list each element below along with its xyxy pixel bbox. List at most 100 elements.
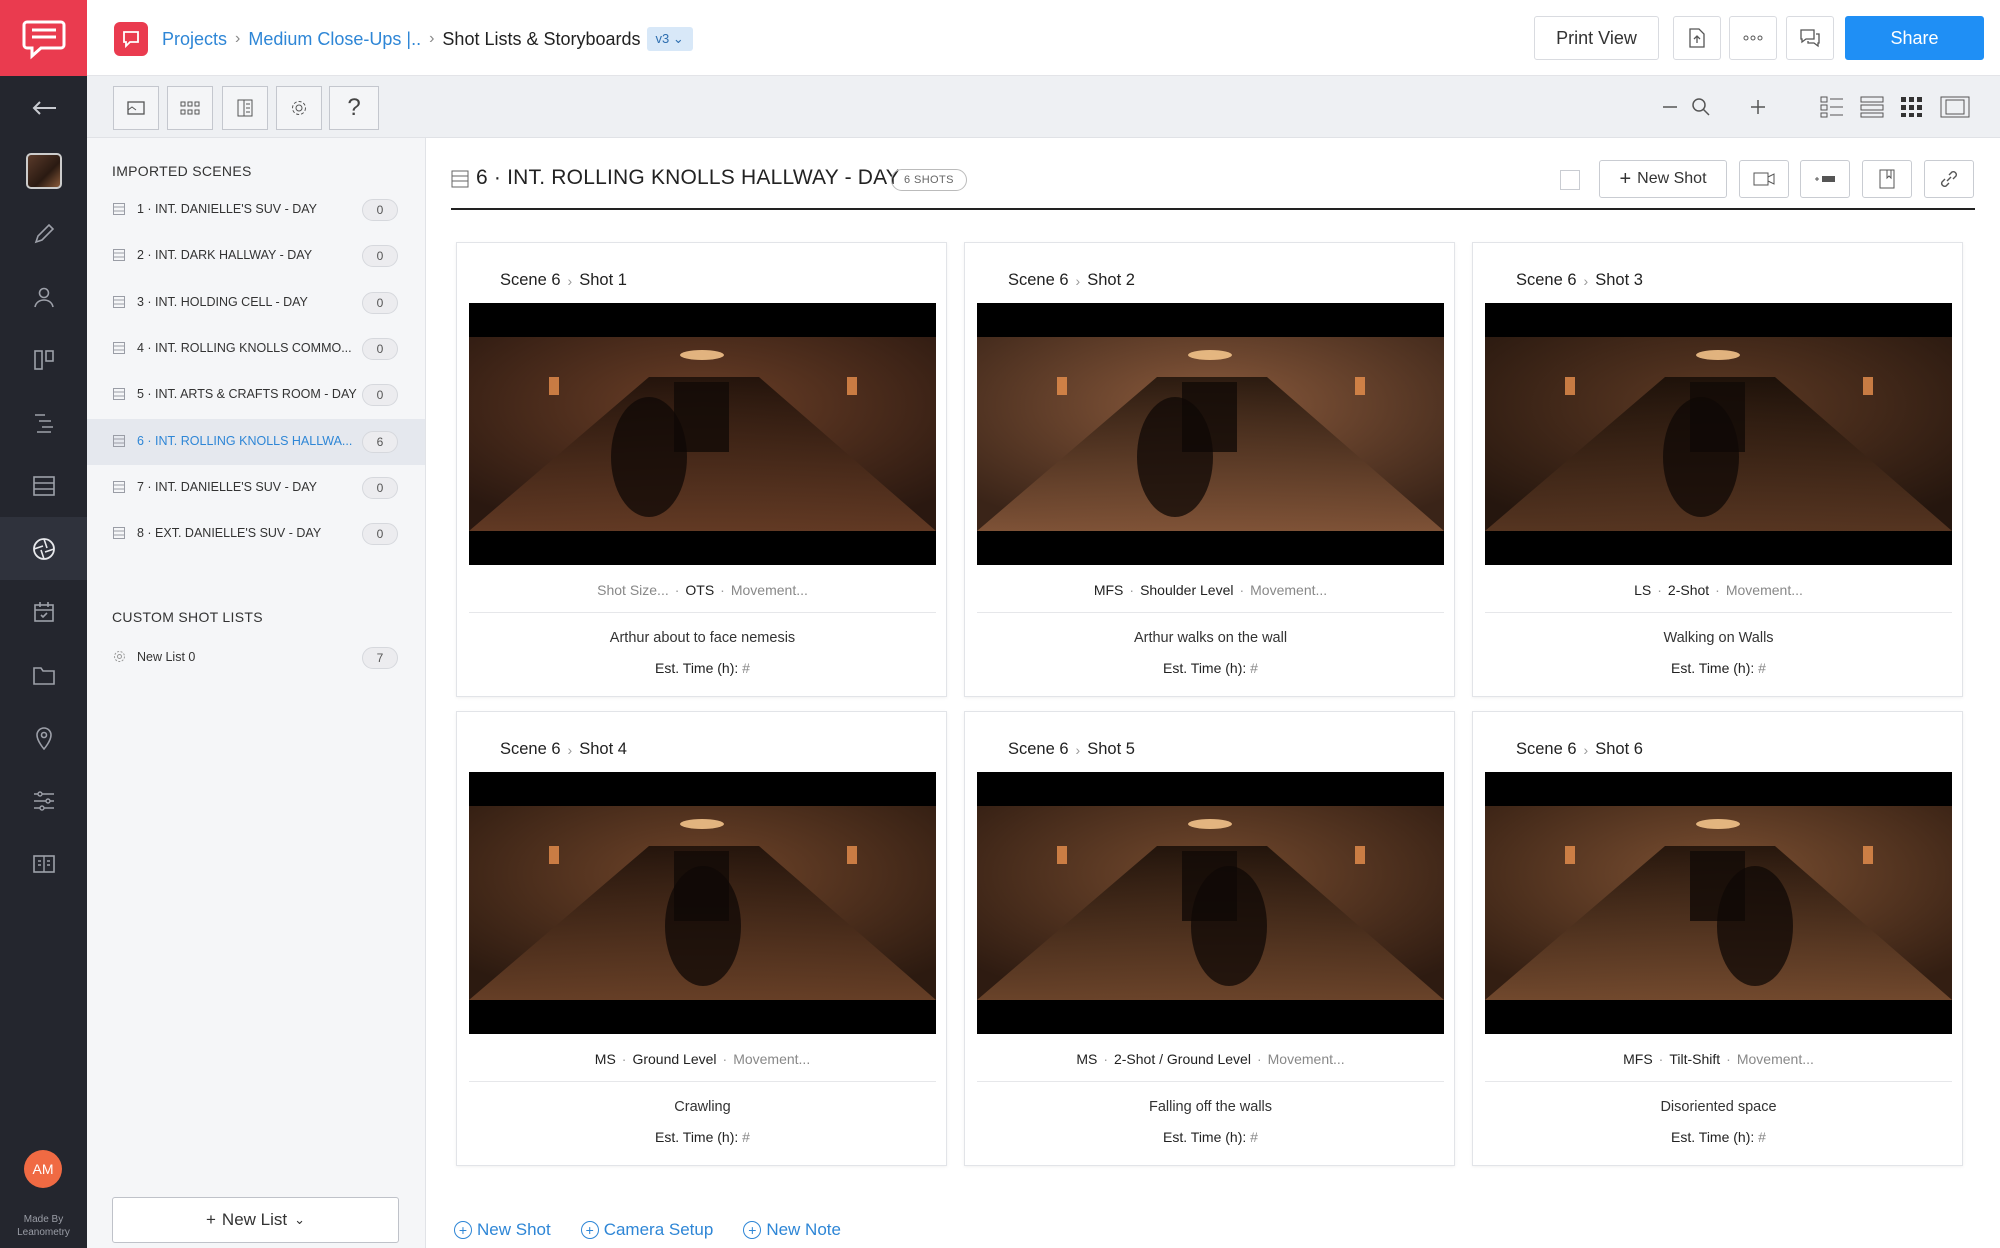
storyboard-view-button[interactable] xyxy=(113,86,159,130)
scene-item[interactable]: 5 · INT. ARTS & CRAFTS ROOM - DAY 0 xyxy=(87,372,425,418)
list-detail-view-icon[interactable] xyxy=(1820,96,1844,118)
scene-item[interactable]: 6 · INT. ROLLING KNOLLS HALLWA... 6 xyxy=(87,418,425,465)
grid-view-button[interactable] xyxy=(167,86,213,130)
rail-calendar[interactable] xyxy=(0,580,87,643)
bottom-new-shot-button[interactable]: + New Shot xyxy=(454,1220,551,1240)
version-dropdown[interactable]: v3 ⌄ xyxy=(646,27,693,51)
new-list-button[interactable]: + New List ⌄ xyxy=(112,1197,399,1243)
shot-angle[interactable]: 2-Shot / Ground Level xyxy=(1114,1051,1251,1067)
est-time[interactable]: Est. Time (h): # xyxy=(1473,1129,1964,1145)
share-button[interactable]: Share xyxy=(1845,16,1984,60)
export-button[interactable] xyxy=(1673,16,1721,60)
filmstrip-view-icon[interactable] xyxy=(1940,96,1970,118)
shot-description[interactable]: Disoriented space xyxy=(1473,1099,1964,1115)
select-all-checkbox[interactable] xyxy=(1560,170,1580,190)
shot-card[interactable]: Scene 6 › Shot 3 LS · 2-Shot · Movement... Walki… xyxy=(1472,242,1963,697)
rail-board[interactable] xyxy=(0,328,87,391)
shot-description[interactable]: Walking on Walls xyxy=(1473,630,1964,646)
shot-card[interactable]: Scene 6 › Shot 1 Shot Size... · OTS · Movement.… xyxy=(456,242,947,697)
shot-movement[interactable]: Movement... xyxy=(733,1051,810,1067)
est-time[interactable]: Est. Time (h): # xyxy=(1473,660,1964,676)
scene-item[interactable]: 2 · INT. DARK HALLWAY - DAY 0 xyxy=(87,233,425,279)
app-logo[interactable] xyxy=(0,0,87,76)
split-view-button[interactable] xyxy=(222,86,268,130)
shot-frame-image[interactable] xyxy=(469,772,936,1034)
back-button[interactable] xyxy=(0,76,87,139)
insert-break-button[interactable] xyxy=(1800,160,1850,198)
shot-movement[interactable]: Movement... xyxy=(1726,582,1803,598)
shot-size[interactable]: LS xyxy=(1634,582,1651,598)
rail-cast[interactable] xyxy=(0,265,87,328)
shot-frame-image[interactable] xyxy=(1485,303,1952,565)
est-time[interactable]: Est. Time (h): # xyxy=(457,1129,948,1145)
comments-button[interactable] xyxy=(1786,16,1834,60)
user-avatar[interactable]: AM xyxy=(24,1150,62,1188)
add-note-button[interactable] xyxy=(1862,160,1912,198)
rail-help[interactable] xyxy=(0,832,87,895)
shot-angle[interactable]: Ground Level xyxy=(632,1051,716,1067)
bottom-camera-setup-button[interactable]: + Camera Setup xyxy=(580,1220,713,1240)
breadcrumb-current: Shot Lists & Storyboards xyxy=(442,28,641,49)
scene-sidebar: IMPORTED SCENES 1 · INT. DANIELLE'S SUV … xyxy=(87,138,426,1248)
shot-card[interactable]: Scene 6 › Shot 5 MS · 2-Shot / Ground Level · M… xyxy=(964,711,1455,1166)
help-button[interactable]: ? xyxy=(329,86,379,130)
rail-locations[interactable] xyxy=(0,706,87,769)
shot-movement[interactable]: Movement... xyxy=(1737,1051,1814,1067)
scene-strip-icon xyxy=(451,170,469,188)
shot-description[interactable]: Crawling xyxy=(457,1099,948,1115)
scene-item[interactable]: 8 · EXT. DANIELLE'S SUV - DAY 0 xyxy=(87,511,425,557)
link-button[interactable] xyxy=(1924,160,1974,198)
breadcrumb-projects[interactable]: Projects xyxy=(162,29,227,50)
shot-angle[interactable]: 2-Shot xyxy=(1668,582,1709,598)
shot-movement[interactable]: Movement... xyxy=(1250,582,1327,598)
shot-frame-image[interactable] xyxy=(1485,772,1952,1034)
breadcrumb-project[interactable]: Medium Close-Ups |.. xyxy=(248,29,421,50)
custom-list-item[interactable]: New List 0 7 xyxy=(87,635,425,681)
zoom-in-icon[interactable] xyxy=(1749,98,1767,116)
rail-list[interactable] xyxy=(0,454,87,517)
project-thumbnail[interactable] xyxy=(0,139,87,202)
shot-movement[interactable]: Movement... xyxy=(1268,1051,1345,1067)
shot-frame-image[interactable] xyxy=(469,303,936,565)
shot-size[interactable]: MFS xyxy=(1094,582,1124,598)
shot-frame-image[interactable] xyxy=(977,772,1444,1034)
shot-description[interactable]: Arthur walks on the wall xyxy=(965,630,1456,646)
shot-movement[interactable]: Movement... xyxy=(731,582,808,598)
scene-item[interactable]: 1 · INT. DANIELLE'S SUV - DAY 0 xyxy=(87,187,425,233)
shot-description[interactable]: Falling off the walls xyxy=(965,1099,1456,1115)
new-shot-button[interactable]: + New Shot xyxy=(1599,160,1727,198)
shot-card[interactable]: Scene 6 › Shot 6 MFS · Tilt-Shift · Movement...… xyxy=(1472,711,1963,1166)
shot-angle[interactable]: OTS xyxy=(685,582,714,598)
settings-button[interactable] xyxy=(276,86,322,130)
zoom-out-icon[interactable] xyxy=(1661,98,1679,116)
shot-size[interactable]: MS xyxy=(1076,1051,1097,1067)
shot-angle[interactable]: Tilt-Shift xyxy=(1669,1051,1720,1067)
grid-view-icon[interactable] xyxy=(1900,96,1924,118)
rows-view-icon[interactable] xyxy=(1860,96,1884,118)
est-time[interactable]: Est. Time (h): # xyxy=(457,660,948,676)
est-time[interactable]: Est. Time (h): # xyxy=(965,1129,1456,1145)
rail-files[interactable] xyxy=(0,643,87,706)
scene-item[interactable]: 7 · INT. DANIELLE'S SUV - DAY 0 xyxy=(87,465,425,511)
shot-size[interactable]: MS xyxy=(595,1051,616,1067)
rail-schedule[interactable] xyxy=(0,391,87,454)
scene-item[interactable]: 4 · INT. ROLLING KNOLLS COMMO... 0 xyxy=(87,326,425,372)
shot-frame-image[interactable] xyxy=(977,303,1444,565)
more-button[interactable] xyxy=(1729,16,1777,60)
rail-write[interactable] xyxy=(0,202,87,265)
project-icon[interactable] xyxy=(114,22,148,56)
shot-card[interactable]: Scene 6 › Shot 2 MFS · Shoulder Level · Movemen… xyxy=(964,242,1455,697)
rail-shot-list[interactable] xyxy=(0,517,87,580)
est-time[interactable]: Est. Time (h): # xyxy=(965,660,1456,676)
shot-description[interactable]: Arthur about to face nemesis xyxy=(457,630,948,646)
shot-card[interactable]: Scene 6 › Shot 4 MS · Ground Level · Movement..… xyxy=(456,711,947,1166)
zoom-search-icon[interactable] xyxy=(1691,97,1711,117)
shot-size[interactable]: MFS xyxy=(1623,1051,1653,1067)
scene-item[interactable]: 3 · INT. HOLDING CELL - DAY 0 xyxy=(87,280,425,326)
camera-setup-button[interactable] xyxy=(1739,160,1789,198)
print-view-button[interactable]: Print View xyxy=(1534,16,1659,60)
shot-angle[interactable]: Shoulder Level xyxy=(1140,582,1233,598)
shot-size[interactable]: Shot Size... xyxy=(597,582,669,598)
bottom-new-note-button[interactable]: + New Note xyxy=(743,1220,841,1240)
rail-settings[interactable] xyxy=(0,769,87,832)
